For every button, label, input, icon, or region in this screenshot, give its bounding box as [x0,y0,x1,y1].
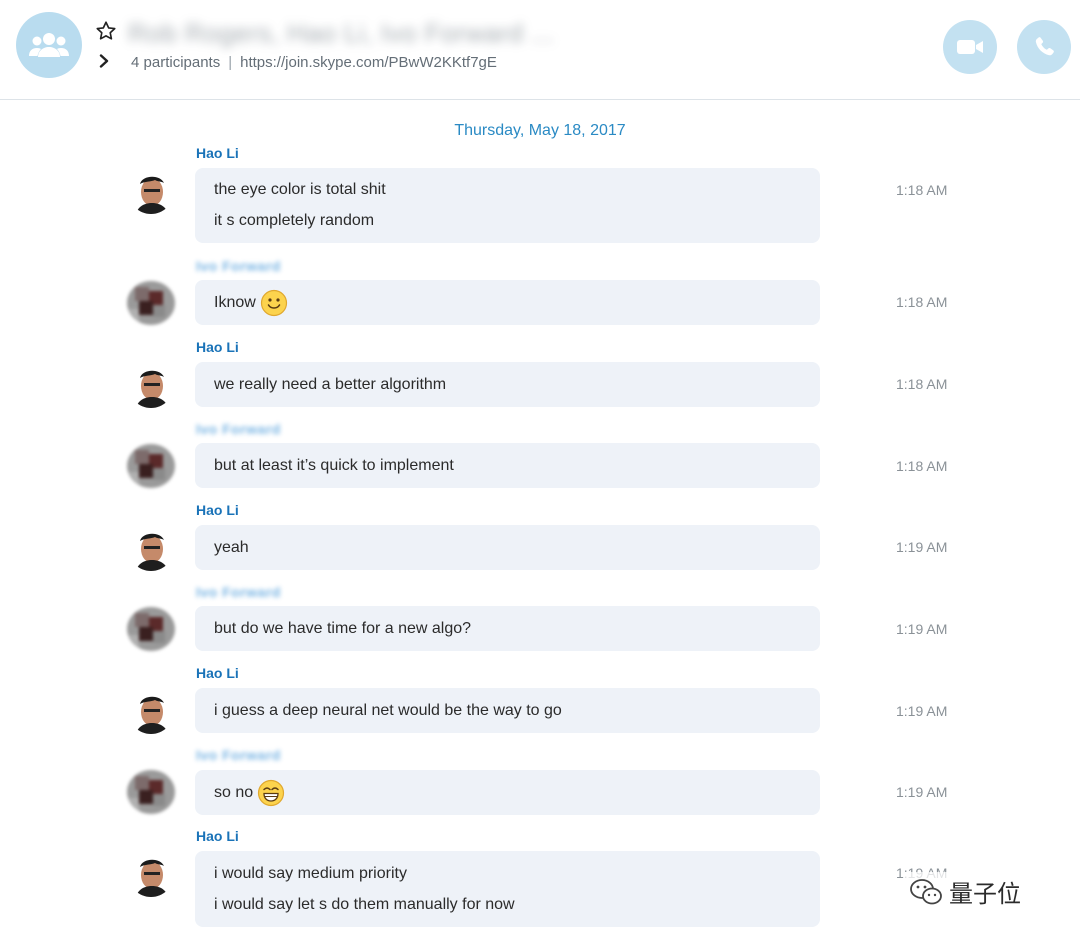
message-line: Iknow [214,287,801,318]
message-bubble[interactable]: so no [195,770,820,815]
message-text: it s completely random [214,212,375,229]
sender-name[interactable]: Ivo Forward [196,747,281,763]
message-time: 1:18 AM [896,182,948,198]
message-text: but at least it’s quick to implement [214,457,454,474]
message-bubble[interactable]: the eye color is total shit it s complet… [195,168,820,243]
avatar-hao-li[interactable] [128,168,174,214]
watermark-text: 量子位 [949,880,1021,908]
star-icon[interactable] [95,20,117,42]
grin-emoji-icon [258,779,285,806]
date-separator: Thursday, May 18, 2017 [454,122,626,139]
sender-name[interactable]: Hao Li [196,502,239,518]
sender-name[interactable]: Hao Li [196,339,239,355]
watermark: 量子位 [905,872,1025,911]
avatar-pixelated[interactable] [127,607,175,651]
sender-name[interactable]: Hao Li [196,665,239,681]
message-time: 1:19 AM [896,703,948,719]
avatar-hao-li[interactable] [128,688,174,734]
join-link[interactable]: https://join.skype.com/PBwW2KKtf7gE [240,54,497,71]
message-time: 1:18 AM [896,376,948,392]
message-text: but do we have time for a new algo? [214,620,472,637]
message-bubble[interactable]: we really need a better algorithm [195,362,820,407]
message-text: we really need a better algorithm [214,376,447,393]
message-text: i would say let s do them manually for n… [214,896,515,913]
message-text: the eye color is total shit [214,181,386,198]
smile-emoji-icon [260,289,287,316]
message-time: 1:18 AM [896,458,948,474]
message-bubble[interactable]: but do we have time for a new algo? [195,606,820,651]
audio-call-button[interactable] [1017,20,1071,74]
participants-count[interactable]: 4 participants [131,54,220,71]
message-time: 1:19 AM [896,784,948,800]
sender-name[interactable]: Hao Li [196,828,239,844]
message-text: i guess a deep neural net would be the w… [214,702,562,719]
message-bubble[interactable]: i guess a deep neural net would be the w… [195,688,820,733]
avatar-pixelated[interactable] [127,770,175,814]
message-text: Iknow [214,294,256,311]
sender-name[interactable]: Hao Li [196,145,239,161]
message-line: so no [214,777,801,808]
avatar-hao-li[interactable] [128,362,174,408]
phone-icon [1035,37,1054,56]
avatar-hao-li[interactable] [128,525,174,571]
conversation-title-text: Rob Rogers, Hao Li, Ivo Forward ... [128,17,555,48]
message-time: 1:19 AM [896,539,948,555]
message-bubble[interactable]: i would say medium priority i would say … [195,851,820,927]
message-bubble[interactable]: but at least it’s quick to implement [195,443,820,488]
conversation-subtitle: 4 participants | https://join.skype.com/PB… [131,54,497,71]
conversation-header: Rob Rogers, Hao Li, Ivo Forward ... 4 pa… [0,0,1080,100]
sender-name[interactable]: Ivo Forward [196,258,281,274]
group-avatar[interactable] [16,12,82,78]
avatar-hao-li[interactable] [128,851,174,897]
group-people-icon [29,33,69,57]
video-camera-icon [957,40,983,54]
chevron-right-icon[interactable] [98,54,110,68]
message-time: 1:19 AM [896,621,948,637]
wechat-icon [910,878,942,904]
message-text: yeah [214,539,249,556]
message-text: so no [214,784,254,801]
video-call-button[interactable] [943,20,997,74]
sender-name[interactable]: Ivo Forward [196,584,281,600]
avatar-pixelated[interactable] [127,444,175,488]
message-text: i would say medium priority [214,865,407,882]
conversation-title[interactable]: Rob Rogers, Hao Li, Ivo Forward ... [128,18,598,48]
avatar-pixelated[interactable] [127,281,175,325]
sender-name[interactable]: Ivo Forward [196,421,281,437]
message-bubble[interactable]: Iknow [195,280,820,325]
message-bubble[interactable]: yeah [195,525,820,570]
subtitle-separator: | [228,54,233,71]
message-time: 1:18 AM [896,294,948,310]
